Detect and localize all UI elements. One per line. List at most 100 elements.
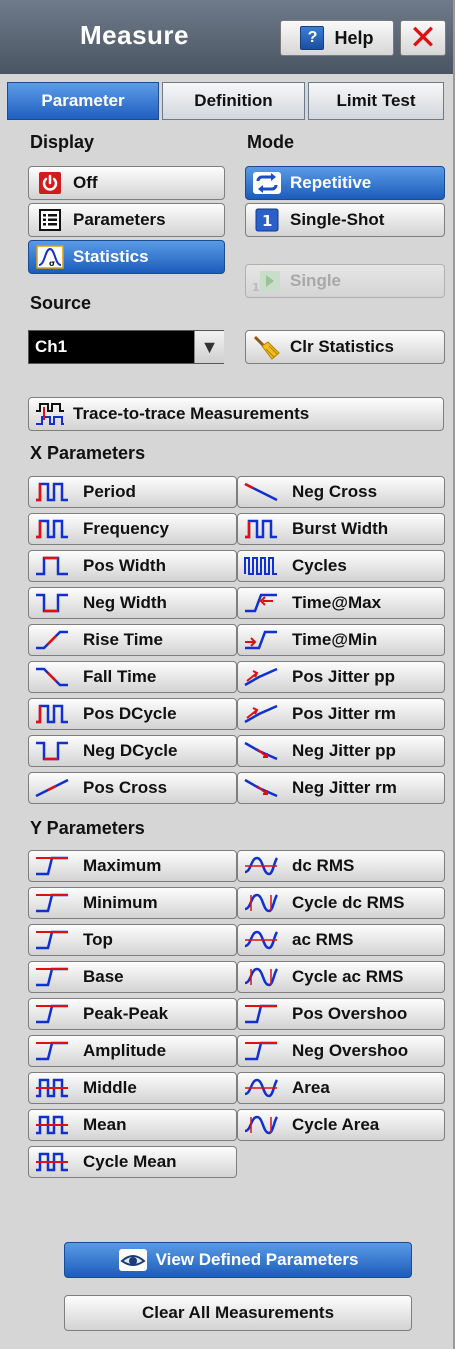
close-button[interactable]: ✕ — [400, 19, 446, 57]
param-neg-cross-button[interactable]: Neg Cross — [237, 476, 445, 508]
param-pos-width-button[interactable]: Pos Width — [28, 550, 237, 582]
display-parameters-button[interactable]: Parameters — [28, 203, 225, 237]
param-neg-width-button[interactable]: Neg Width — [28, 587, 237, 619]
single-shot-icon: 1 — [252, 208, 282, 232]
tab-parameter[interactable]: Parameter — [7, 82, 159, 120]
single-button[interactable]: 1 Single — [245, 264, 445, 298]
param-neg-jitter-rm-button[interactable]: Neg Jitter rm — [237, 772, 445, 804]
param-amplitude-button[interactable]: Amplitude — [28, 1035, 237, 1067]
help-icon: ? — [300, 26, 325, 50]
param-rise-time-button[interactable]: Rise Time — [28, 624, 237, 656]
param-time-max-button[interactable]: Time@Max — [237, 587, 445, 619]
view-defined-parameters-label: View Defined Parameters — [155, 1250, 359, 1269]
waveform-icon — [242, 776, 280, 800]
param-dc-rms-button[interactable]: dc RMS — [237, 850, 445, 882]
display-off-button[interactable]: Off — [28, 166, 225, 200]
param-label: Fall Time — [83, 667, 157, 686]
param-label: ac RMS — [292, 930, 354, 949]
param-time-min-button[interactable]: Time@Min — [237, 624, 445, 656]
statistics-icon: σ — [35, 245, 65, 269]
window-title: Measure — [80, 20, 189, 50]
param-ac-rms-button[interactable]: ac RMS — [237, 924, 445, 956]
dropdown-arrow-icon[interactable]: ▼ — [194, 331, 224, 363]
clear-all-measurements-button[interactable]: Clear All Measurements — [64, 1295, 412, 1331]
clear-all-measurements-label: Clear All Measurements — [141, 1303, 335, 1322]
tab-bar: Parameter Definition Limit Test — [7, 82, 447, 120]
waveform-icon — [242, 854, 280, 878]
clear-statistics-button[interactable]: Clr Statistics — [245, 330, 445, 364]
param-mean-button[interactable]: Mean — [28, 1109, 237, 1141]
param-fall-time-button[interactable]: Fall Time — [28, 661, 237, 693]
param-label: Middle — [83, 1078, 137, 1097]
eye-icon — [118, 1248, 148, 1272]
tab-definition[interactable]: Definition — [162, 82, 305, 120]
waveform-icon — [242, 891, 280, 915]
param-maximum-button[interactable]: Maximum — [28, 850, 237, 882]
param-pos-dcycle-button[interactable]: Pos DCycle — [28, 698, 237, 730]
waveform-icon — [33, 739, 71, 763]
param-label: Time@Min — [292, 630, 378, 649]
waveform-icon — [242, 554, 280, 578]
param-pos-cross-button[interactable]: Pos Cross — [28, 772, 237, 804]
param-label: dc RMS — [292, 856, 355, 875]
param-label: Minimum — [83, 893, 158, 912]
display-statistics-button[interactable]: σ Statistics — [28, 240, 225, 274]
waveform-icon — [242, 591, 280, 615]
source-value: Ch1 — [35, 337, 68, 356]
param-top-button[interactable]: Top — [28, 924, 237, 956]
param-label: Cycle Mean — [83, 1152, 177, 1171]
trace-to-trace-label: Trace-to-trace Measurements — [73, 404, 310, 423]
tab-limit-test[interactable]: Limit Test — [308, 82, 444, 120]
waveform-icon — [33, 1113, 71, 1137]
waveform-icon — [33, 891, 71, 915]
repeat-icon — [252, 171, 282, 195]
param-area-button[interactable]: Area — [237, 1072, 445, 1104]
source-label: Source — [30, 293, 92, 313]
param-label: Neg Cross — [292, 482, 378, 501]
param-cycle-dc-rms-button[interactable]: Cycle dc RMS — [237, 887, 445, 919]
waveform-icon — [33, 665, 71, 689]
param-label: Pos Jitter pp — [292, 667, 395, 686]
waveform-icon — [33, 965, 71, 989]
param-period-button[interactable]: Period — [28, 476, 237, 508]
param-label: Neg Overshoo — [292, 1041, 409, 1060]
param-neg-dcycle-button[interactable]: Neg DCycle — [28, 735, 237, 767]
trace-to-trace-button[interactable]: Trace-to-trace Measurements — [28, 397, 444, 431]
waveform-icon — [33, 480, 71, 504]
waveform-icon — [242, 965, 280, 989]
param-cycle-ac-rms-button[interactable]: Cycle ac RMS — [237, 961, 445, 993]
mode-single-shot-button[interactable]: 1 Single-Shot — [245, 203, 445, 237]
param-pos-jitter-rm-button[interactable]: Pos Jitter rm — [237, 698, 445, 730]
waveform-icon — [242, 1039, 280, 1063]
param-frequency-button[interactable]: Frequency — [28, 513, 237, 545]
param-middle-button[interactable]: Middle — [28, 1072, 237, 1104]
waveform-icon — [242, 628, 280, 652]
param-label: Cycle dc RMS — [292, 893, 405, 912]
param-neg-jitter-pp-button[interactable]: Neg Jitter pp — [237, 735, 445, 767]
param-base-button[interactable]: Base — [28, 961, 237, 993]
waveform-icon — [33, 1002, 71, 1026]
waveform-icon — [33, 854, 71, 878]
param-label: Pos Overshoo — [292, 1004, 408, 1023]
param-neg-overshoo-button[interactable]: Neg Overshoo — [237, 1035, 445, 1067]
svg-text:1: 1 — [252, 281, 260, 293]
title-bar: Measure ? Help ✕ — [0, 0, 453, 74]
param-pos-jitter-pp-button[interactable]: Pos Jitter pp — [237, 661, 445, 693]
param-label: Peak-Peak — [83, 1004, 169, 1023]
param-peak-peak-button[interactable]: Peak-Peak — [28, 998, 237, 1030]
param-cycle-mean-button[interactable]: Cycle Mean — [28, 1146, 237, 1178]
param-pos-overshoo-button[interactable]: Pos Overshoo — [237, 998, 445, 1030]
broom-icon — [252, 335, 282, 360]
param-cycle-area-button[interactable]: Cycle Area — [237, 1109, 445, 1141]
help-button[interactable]: ? Help — [280, 20, 394, 56]
param-label: Cycles — [292, 556, 347, 575]
param-label: Amplitude — [83, 1041, 167, 1060]
waveform-icon — [33, 1039, 71, 1063]
param-minimum-button[interactable]: Minimum — [28, 887, 237, 919]
param-cycles-button[interactable]: Cycles — [237, 550, 445, 582]
view-defined-parameters-button[interactable]: View Defined Parameters — [64, 1242, 412, 1278]
waveform-icon — [33, 628, 71, 652]
mode-repetitive-button[interactable]: Repetitive — [245, 166, 445, 200]
param-label: Time@Max — [292, 593, 382, 612]
param-burst-width-button[interactable]: Burst Width — [237, 513, 445, 545]
